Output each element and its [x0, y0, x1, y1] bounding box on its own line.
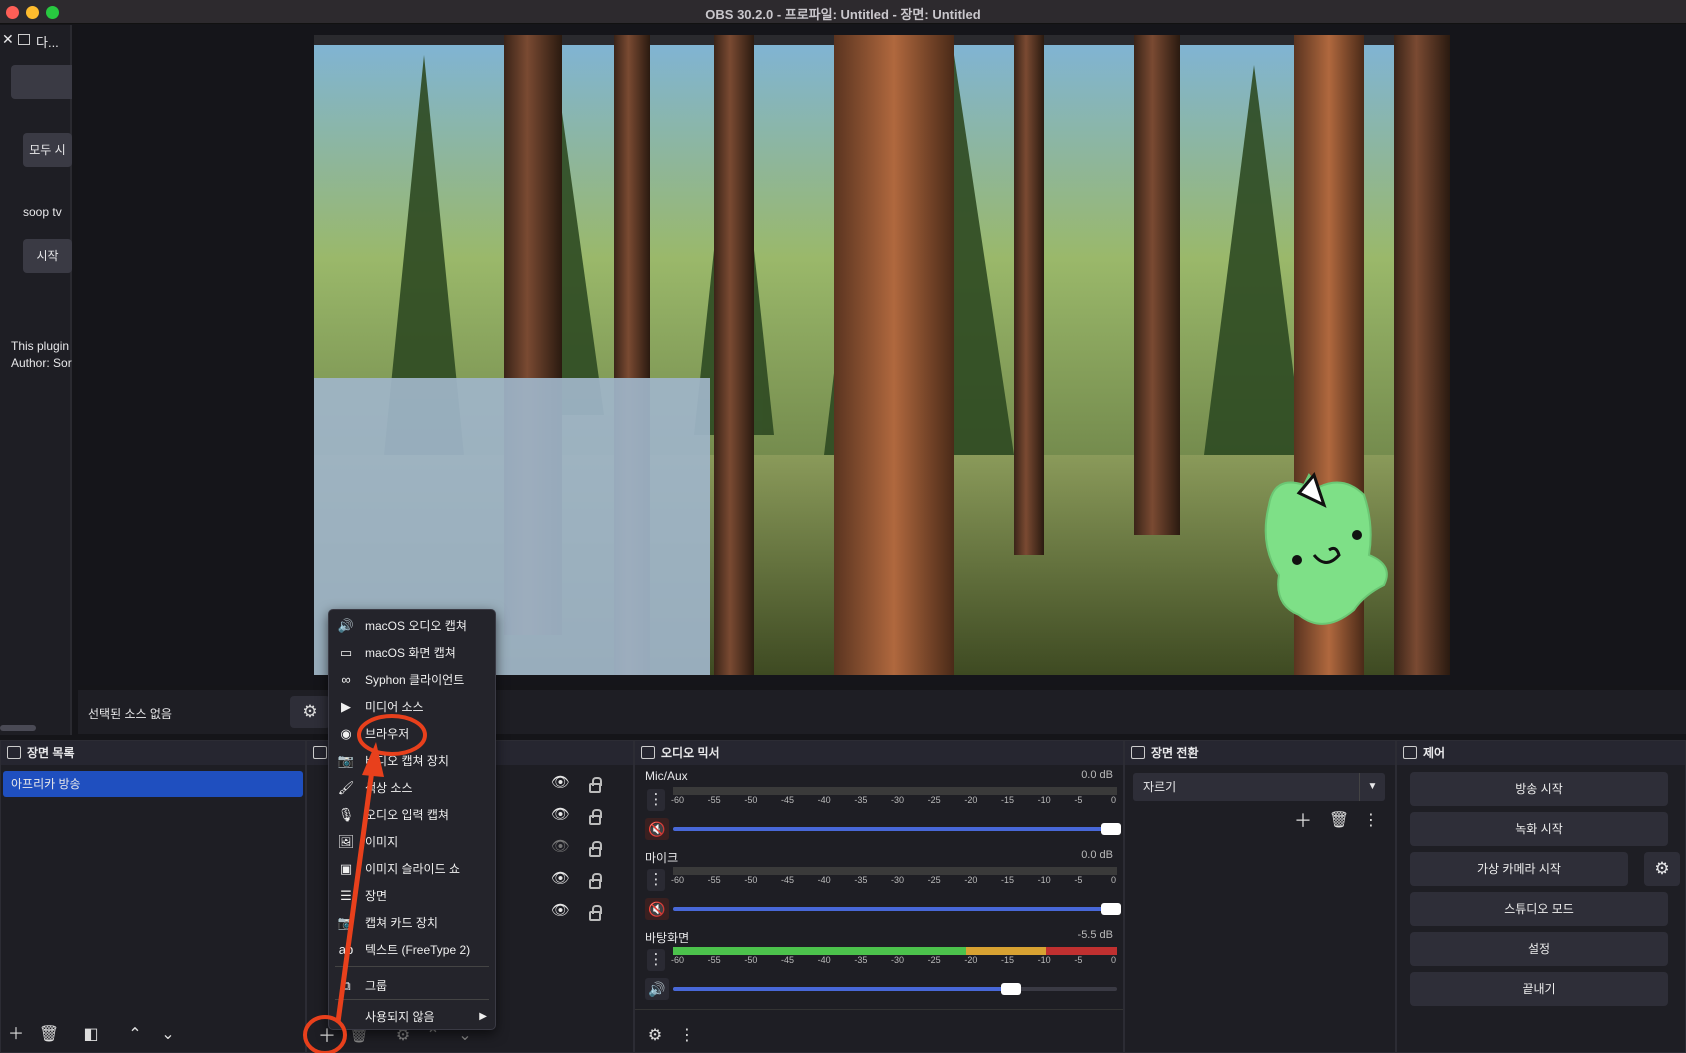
- highlight-circle: [303, 1015, 347, 1053]
- highlight-circle: [357, 714, 427, 756]
- arrow-line: [335, 769, 375, 1023]
- annotation-overlay: [303, 714, 427, 1053]
